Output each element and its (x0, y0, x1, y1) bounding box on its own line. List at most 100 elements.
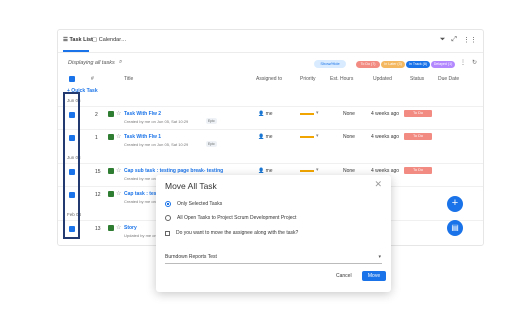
est-hours: None (343, 168, 355, 174)
row-num: 15 (95, 169, 101, 175)
col-updated[interactable]: Updated (373, 76, 392, 82)
task-created: Created by me on Jun 05, Sat 10:29 (124, 142, 189, 147)
top-bar: ☰ Task List ▢ Calendar … ⏷ ⤢ ⋮⋮ (58, 30, 483, 53)
task-type-icon (108, 168, 114, 174)
priority-bar[interactable] (300, 170, 314, 172)
chevron-down-icon[interactable]: ▾ (316, 167, 319, 173)
sub-toolbar: Displaying all tasks ⌕ Show/Hide To Do (… (58, 56, 483, 70)
row-num: 12 (95, 192, 101, 198)
radio-unselected[interactable] (165, 215, 171, 221)
grid-icon[interactable]: ⋮⋮ (463, 36, 477, 44)
task-title[interactable]: Cap task : testi (124, 191, 160, 197)
chevron-down-icon[interactable]: ▾ (378, 254, 381, 260)
chat-button[interactable]: ▤ (447, 220, 463, 236)
assignee-name: me (265, 134, 273, 140)
option-label: All Open Tasks to Project Scrum Developm… (177, 215, 297, 221)
assignee[interactable]: 👤 me (258, 111, 273, 117)
assignee-name: me (265, 111, 273, 117)
task-tag[interactable]: Epic (206, 118, 217, 124)
search-icon[interactable]: ⌕ (119, 59, 122, 66)
updated: 4 weeks ago (371, 168, 400, 174)
dialog-title: Move All Task (165, 181, 217, 191)
checkbox-column-highlight (63, 92, 80, 239)
col-status[interactable]: Status (410, 76, 424, 82)
row-num: 13 (95, 226, 101, 232)
col-due[interactable]: Due Date (438, 76, 459, 82)
task-title[interactable]: Task With Flw 1 (124, 134, 161, 140)
task-created: Created by me on ... (124, 176, 161, 181)
row-num: 1 (95, 135, 98, 141)
status-badge[interactable]: To Do (404, 133, 432, 140)
more-icon[interactable]: ⋮ (460, 59, 466, 66)
task-tag[interactable]: Epic (206, 141, 217, 147)
assignee-name: me (265, 168, 273, 174)
option-move-assignee[interactable]: Do you want to move the assignee along w… (165, 230, 298, 236)
project-dropdown[interactable]: Burndown Reports Test ▾ (165, 254, 382, 264)
star-icon[interactable]: ☆ (116, 190, 121, 197)
task-title[interactable]: Cap sub task : testing page break- testi… (124, 168, 223, 174)
star-icon[interactable]: ☆ (116, 110, 121, 117)
status-pill-delayed[interactable]: Delayed (1) (431, 61, 455, 68)
close-icon[interactable]: ✕ (374, 179, 382, 190)
task-type-icon (108, 191, 114, 197)
tab-task-list[interactable]: ☰ Task List (63, 37, 93, 43)
table-header: # Title Assigned to Priority Est. Hours … (58, 74, 483, 86)
move-button[interactable]: Move (362, 271, 386, 281)
col-num[interactable]: # (91, 76, 94, 82)
col-assigned[interactable]: Assigned to (256, 76, 282, 82)
show-hide-button[interactable]: Show/Hide (314, 60, 346, 68)
chevron-down-icon[interactable]: ▾ (316, 110, 319, 116)
sub-icons: ⋮ ↻ (460, 59, 477, 66)
row-num: 2 (95, 112, 98, 118)
active-tab-indicator (63, 50, 89, 52)
status-badge[interactable]: To Do (404, 110, 432, 117)
table-row[interactable]: 1 ☆ Task With Flw 1 Created by me on Jun… (58, 129, 483, 153)
top-icons: ⏷ ⤢ ⋮⋮ (440, 36, 477, 44)
option-label: Only Selected Tasks (177, 201, 223, 207)
col-hours[interactable]: Est. Hours (330, 76, 353, 82)
assignee[interactable]: 👤 me (258, 168, 273, 174)
updated: 4 weeks ago (371, 134, 400, 140)
updated: 4 weeks ago (371, 111, 400, 117)
displaying-label: Displaying all tasks (68, 60, 115, 66)
task-title[interactable]: Story (124, 225, 137, 231)
task-type-icon (108, 134, 114, 140)
tab-more[interactable]: … (121, 37, 127, 43)
task-type-icon (108, 111, 114, 117)
filter-icon[interactable]: ⏷ (440, 36, 446, 44)
task-created: Created by me on Jun 05, Sat 10:29 (124, 119, 189, 124)
tab-calendar[interactable]: ▢ Calendar (92, 37, 121, 43)
star-icon[interactable]: ☆ (116, 133, 121, 140)
option-all-open[interactable]: All Open Tasks to Project Scrum Developm… (165, 215, 296, 221)
star-icon[interactable]: ☆ (116, 224, 121, 231)
priority-bar[interactable] (300, 136, 314, 138)
est-hours: None (343, 134, 355, 140)
est-hours: None (343, 111, 355, 117)
select-all-checkbox[interactable] (69, 76, 75, 82)
chat-icon: ▤ (451, 223, 459, 232)
table-row[interactable]: 2 ☆ Task With Flw 2 Created by me on Jun… (58, 106, 483, 130)
cancel-button[interactable]: Cancel (336, 273, 352, 279)
task-type-icon (108, 225, 114, 231)
checkbox[interactable] (165, 230, 170, 236)
status-pill-later[interactable]: In Later (3) (381, 61, 405, 68)
assignee[interactable]: 👤 me (258, 134, 273, 140)
page: ☰ Task List ▢ Calendar … ⏷ ⤢ ⋮⋮ Displayi… (0, 0, 532, 323)
status-pill-todo[interactable]: To Do (7) (356, 61, 380, 68)
add-task-button[interactable]: + (447, 196, 463, 212)
col-priority[interactable]: Priority (300, 76, 316, 82)
dropdown-value: Burndown Reports Test (165, 254, 217, 260)
task-title[interactable]: Task With Flw 2 (124, 111, 161, 117)
status-pill-track[interactable]: In Track (8) (406, 61, 430, 68)
refresh-icon[interactable]: ↻ (472, 59, 477, 66)
status-badge[interactable]: To Do (404, 167, 432, 174)
radio-selected[interactable] (165, 201, 171, 207)
task-created: Created by me on ... (124, 199, 161, 204)
priority-bar[interactable] (300, 113, 314, 115)
plus-icon: + (451, 197, 459, 209)
chevron-down-icon[interactable]: ▾ (316, 133, 319, 139)
expand-icon[interactable]: ⤢ (451, 36, 457, 44)
col-title[interactable]: Title (124, 76, 133, 82)
option-only-selected[interactable]: Only Selected Tasks (165, 201, 222, 207)
star-icon[interactable]: ☆ (116, 167, 121, 174)
